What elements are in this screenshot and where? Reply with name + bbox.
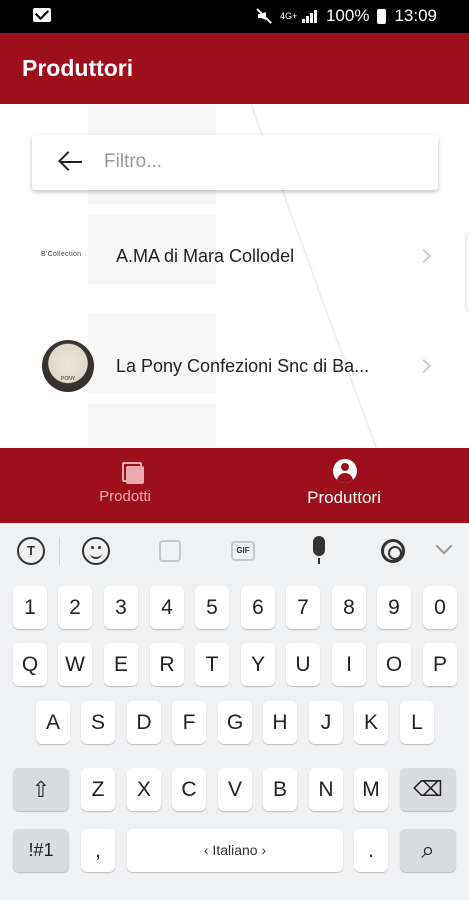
- key-8[interactable]: 8: [332, 586, 366, 629]
- key-a[interactable]: A: [36, 701, 70, 744]
- bottom-navigation: Prodotti Produttori: [0, 448, 469, 523]
- producers-list: B'Collection A.MA di Mara Collodel PONY …: [0, 104, 469, 448]
- key-5[interactable]: 5: [195, 586, 229, 629]
- list-item[interactable]: PONY La Pony Confezioni Snc di Ba...: [0, 326, 469, 406]
- key-w[interactable]: W: [58, 643, 92, 686]
- producer-name: La Pony Confezioni Snc di Ba...: [116, 356, 370, 376]
- app-bar: Produttori: [0, 33, 469, 104]
- chevron-right-icon: [416, 248, 432, 264]
- text-mode-icon[interactable]: T: [17, 537, 45, 565]
- settings-gear-icon[interactable]: [381, 539, 405, 563]
- emoji-icon[interactable]: [82, 537, 110, 565]
- key-9[interactable]: 9: [377, 586, 411, 629]
- key-2[interactable]: 2: [58, 586, 92, 629]
- key-4[interactable]: 4: [150, 586, 184, 629]
- sticker-icon[interactable]: [159, 540, 181, 562]
- key-x[interactable]: X: [127, 768, 161, 811]
- search-key[interactable]: ⌕: [400, 829, 456, 872]
- key-6[interactable]: 6: [241, 586, 275, 629]
- key-u[interactable]: U: [286, 643, 320, 686]
- battery-percent: 100%: [325, 6, 370, 25]
- period-key[interactable]: .: [354, 829, 388, 872]
- keyboard-toolbar: T GIF: [0, 523, 469, 579]
- key-z[interactable]: Z: [81, 768, 115, 811]
- key-f[interactable]: F: [172, 701, 206, 744]
- gif-icon[interactable]: GIF: [231, 541, 255, 561]
- key-m[interactable]: M: [354, 768, 388, 811]
- microphone-icon[interactable]: [313, 536, 325, 564]
- key-r[interactable]: R: [150, 643, 184, 686]
- key-b[interactable]: B: [263, 768, 297, 811]
- network-type: 4G+: [279, 11, 298, 21]
- chevron-down-icon[interactable]: [435, 537, 453, 555]
- shift-key[interactable]: ⇧: [13, 768, 69, 811]
- filter-input[interactable]: [104, 147, 424, 177]
- tab-label: Produttori: [307, 488, 381, 507]
- producer-logo: B'Collection: [41, 251, 82, 258]
- tab-label: Prodotti: [99, 488, 151, 505]
- key-p[interactable]: P: [423, 643, 457, 686]
- soft-keyboard: T GIF 1 2 3 4 5 6 7 8 9 0 Q W E R T Y U …: [0, 523, 469, 900]
- status-icons: 4G+ 100% 13:09: [256, 6, 437, 26]
- key-q[interactable]: Q: [13, 643, 47, 686]
- comma-key[interactable]: ,: [81, 829, 115, 872]
- list-item[interactable]: B'Collection A.MA di Mara Collodel: [0, 216, 469, 296]
- key-s[interactable]: S: [81, 701, 115, 744]
- space-key[interactable]: ‹ Italiano ›: [127, 829, 343, 872]
- key-k[interactable]: K: [354, 701, 388, 744]
- symbols-key[interactable]: !#1: [13, 829, 69, 872]
- tab-produttori[interactable]: Produttori: [227, 448, 461, 523]
- producer-logo: PONY: [42, 340, 94, 392]
- back-arrow-icon[interactable]: [58, 151, 82, 173]
- status-bar: 4G+ 100% 13:09: [0, 0, 469, 33]
- backspace-key[interactable]: ⌫: [400, 768, 456, 811]
- clock: 13:09: [394, 6, 437, 25]
- key-o[interactable]: O: [377, 643, 411, 686]
- key-d[interactable]: D: [127, 701, 161, 744]
- key-0[interactable]: 0: [423, 586, 457, 629]
- mute-icon: [256, 8, 272, 24]
- battery-icon: [377, 8, 387, 24]
- key-g[interactable]: G: [218, 701, 252, 744]
- key-e[interactable]: E: [104, 643, 138, 686]
- key-i[interactable]: I: [332, 643, 366, 686]
- key-t[interactable]: T: [195, 643, 229, 686]
- key-y[interactable]: Y: [241, 643, 275, 686]
- producer-name: A.MA di Mara Collodel: [116, 246, 295, 266]
- products-icon: [122, 462, 144, 484]
- tab-prodotti[interactable]: Prodotti: [8, 448, 242, 523]
- key-n[interactable]: N: [309, 768, 343, 811]
- key-c[interactable]: C: [172, 768, 206, 811]
- key-j[interactable]: J: [309, 701, 343, 744]
- key-1[interactable]: 1: [13, 586, 47, 629]
- mail-icon: [33, 8, 51, 22]
- account-circle-icon: [333, 459, 357, 483]
- signal-icon: [301, 9, 318, 23]
- key-h[interactable]: H: [263, 701, 297, 744]
- key-l[interactable]: L: [400, 701, 434, 744]
- key-3[interactable]: 3: [104, 586, 138, 629]
- chevron-right-icon: [416, 358, 432, 374]
- producer-logo-text: PONY: [61, 376, 76, 382]
- key-7[interactable]: 7: [286, 586, 320, 629]
- key-v[interactable]: V: [218, 768, 252, 811]
- toolbar-divider: [59, 537, 60, 565]
- filter-search-bar: [32, 135, 438, 190]
- page-title: Produttori: [22, 55, 134, 81]
